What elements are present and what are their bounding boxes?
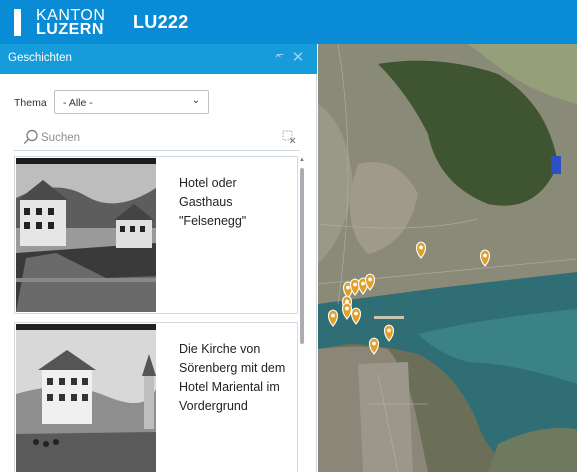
map-marker-icon[interactable]: [415, 241, 427, 259]
map-marker-icon[interactable]: [383, 324, 395, 342]
double-chevron-up-icon[interactable]: ⌃̅: [271, 52, 285, 66]
map-marker-icon[interactable]: [350, 307, 362, 325]
map-view[interactable]: [318, 44, 577, 472]
story-card[interactable]: Hotel oder Gasthaus "Felsenegg": [14, 156, 298, 314]
story-list: Hotel oder Gasthaus "Felsenegg" Die Kirc…: [14, 156, 298, 472]
kanton-luzern-logo[interactable]: KANTON LUZERN: [36, 8, 105, 38]
stories-panel: Geschichten ⌃̅ ✕ Thema - Alle - ⌄ Suchen…: [0, 44, 317, 472]
logo-line-2: LUZERN: [36, 21, 104, 38]
map-marker-icon[interactable]: [479, 249, 491, 267]
search-icon: [23, 129, 38, 145]
thema-select[interactable]: - Alle - ⌄: [54, 90, 209, 114]
close-icon[interactable]: ✕: [291, 50, 305, 65]
app-header: KANTON LUZERN LU222: [0, 0, 577, 44]
scroll-thumb[interactable]: [300, 168, 304, 344]
search-input[interactable]: [41, 129, 271, 147]
chevron-down-icon: ⌄: [191, 95, 200, 106]
clear-filter-icon[interactable]: [282, 130, 296, 144]
story-photo: [16, 158, 156, 312]
scroll-up-icon[interactable]: ▲: [299, 156, 305, 164]
map-markers: [327, 241, 491, 355]
map-marker-icon[interactable]: [341, 302, 353, 320]
map-marker-icon[interactable]: [368, 337, 380, 355]
story-photo: [16, 324, 156, 472]
story-title: Hotel oder Gasthaus "Felsenegg": [179, 176, 247, 228]
thema-label: Thema: [14, 97, 47, 109]
thema-selected-value: - Alle -: [63, 97, 93, 109]
app-title: LU222: [133, 12, 189, 32]
panel-title: Geschichten: [8, 52, 72, 64]
search-box: [14, 124, 300, 151]
panel-header: Geschichten ⌃̅ ✕: [0, 44, 317, 74]
logo-mark: [14, 9, 21, 36]
list-scrollbar[interactable]: ▲: [299, 156, 305, 472]
story-title: Die Kirche von Sörenberg mit dem Hotel M…: [179, 342, 286, 413]
map-marker-icon[interactable]: [327, 309, 339, 327]
story-card[interactable]: Die Kirche von Sörenberg mit dem Hotel M…: [14, 322, 298, 472]
